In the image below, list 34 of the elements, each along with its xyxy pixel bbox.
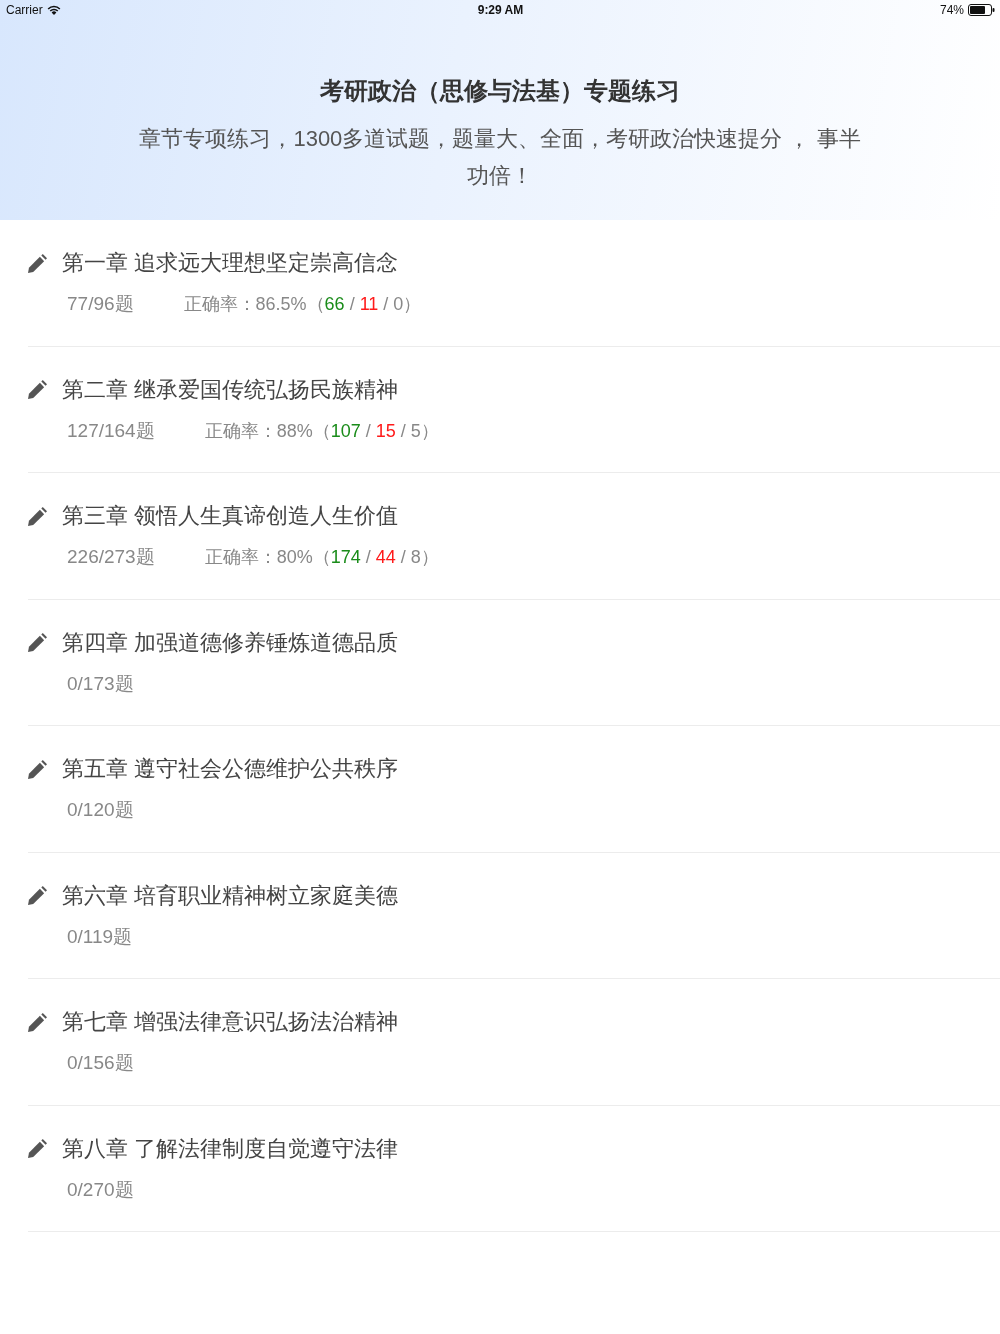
pencil-icon: [28, 759, 47, 779]
accuracy-text: 正确率：88%（107 / 15 / 5）: [204, 419, 439, 443]
question-count: 0/120题: [67, 798, 134, 822]
pencil-icon: [28, 253, 47, 273]
chapter-title[interactable]: 第六章 培育职业精神树立家庭美德: [62, 881, 399, 910]
pencil-icon: [28, 506, 47, 526]
chapter-title[interactable]: 第二章 继承爱国传统弘扬民族精神: [62, 375, 399, 404]
question-count: 0/173题: [67, 671, 134, 696]
page-title: 考研政治（思修与法基）专题练习: [319, 76, 681, 106]
question-count: 77/96题: [67, 292, 134, 316]
clock-time: 9:29 AM: [477, 2, 524, 19]
chapter-title[interactable]: 第一章 追求远大理想坚定崇高信念: [62, 249, 399, 277]
question-count: 0/270题: [67, 1177, 134, 1202]
chapter-title[interactable]: 第七章 增强法律意识弘扬法治精神: [62, 1008, 399, 1036]
question-count: 127/164题: [67, 418, 155, 443]
question-count: 226/273题: [67, 545, 155, 569]
chapter-title[interactable]: 第五章 遵守社会公德维护公共秩序: [62, 755, 399, 783]
chapter-title[interactable]: 第四章 加强道德修养锤炼道德品质: [62, 628, 399, 657]
question-count: 0/119题: [67, 924, 133, 949]
pencil-icon: [28, 633, 47, 652]
chapter-title[interactable]: 第八章 了解法律制度自觉遵守法律: [62, 1134, 399, 1163]
question-count: 0/156题: [67, 1051, 134, 1075]
carrier-label: Carrier: [6, 2, 43, 19]
pencil-icon: [28, 886, 47, 905]
chapter-title[interactable]: 第三章 领悟人生真谛创造人生价值: [62, 502, 399, 530]
pencil-icon: [28, 1012, 47, 1032]
battery-percentage: 74%: [939, 2, 964, 19]
battery-icon: [968, 4, 995, 16]
accuracy-text: 正确率：80%（174 / 44 / 8）: [204, 546, 439, 569]
pencil-icon: [28, 1139, 47, 1158]
page-description: 章节专项练习，1300多道试题，题量大、全面，考研政治快速提分 ， 事半功倍！: [138, 125, 862, 190]
wifi-icon: [46, 5, 61, 15]
pencil-icon: [28, 380, 47, 399]
accuracy-text: 正确率：86.5%（66 / 11 / 0）: [183, 293, 422, 316]
